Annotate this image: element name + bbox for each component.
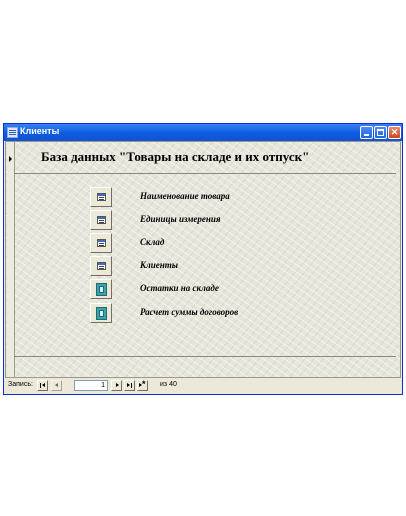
- menu-item-label: Склад: [140, 237, 165, 247]
- previous-record-icon: [55, 383, 58, 387]
- form-icon: [97, 216, 106, 224]
- record-navigator: Запись: 1 * из 40: [4, 378, 402, 394]
- form-icon: [97, 262, 106, 270]
- new-record-button[interactable]: *: [137, 379, 148, 391]
- form-icon: [97, 193, 106, 201]
- maximize-button[interactable]: [374, 126, 387, 139]
- first-record-icon: [40, 383, 41, 388]
- form-window-icon[interactable]: [7, 127, 18, 138]
- window-title: Клиенты: [20, 126, 60, 136]
- open-contract-sums-button[interactable]: [90, 303, 112, 323]
- new-record-star: *: [142, 379, 146, 389]
- menu-item-units: Единицы измерения: [90, 210, 290, 232]
- close-icon: ✕: [390, 127, 399, 137]
- menu-item-warehouse: Склад: [90, 233, 290, 255]
- last-record-bar: [131, 383, 132, 388]
- menu-item-label: Остатки на складе: [140, 283, 219, 293]
- first-record-arrow: [42, 383, 45, 387]
- minimize-button[interactable]: [360, 126, 373, 139]
- menu-item-clients: Клиенты: [90, 256, 290, 278]
- menu-item-label: Клиенты: [140, 260, 178, 270]
- maximize-icon: [377, 129, 384, 136]
- menu-item-contract-sums: Расчет суммы договоров: [90, 303, 290, 325]
- form-body: База данных "Товары на складе и их отпус…: [5, 141, 401, 378]
- menu-item-stock-balance: Остатки на складе: [90, 279, 290, 301]
- menu-item-label: Наименование товара: [140, 191, 230, 201]
- current-record-arrow-icon: [9, 156, 12, 162]
- open-products-button[interactable]: [90, 187, 112, 207]
- form-title: База данных "Товары на складе и их отпус…: [41, 149, 310, 164]
- title-bar[interactable]: Клиенты ✕: [4, 124, 402, 141]
- last-record-button[interactable]: [124, 380, 135, 391]
- menu-item-label: Единицы измерения: [140, 214, 221, 224]
- open-stock-balance-button[interactable]: [90, 279, 112, 299]
- report-icon: [96, 283, 107, 296]
- menu-item-label: Расчет суммы договоров: [140, 307, 239, 317]
- minimize-icon: [364, 134, 369, 136]
- header-divider: [14, 173, 396, 174]
- last-record-icon: [127, 383, 130, 387]
- open-warehouse-button[interactable]: [90, 233, 112, 253]
- report-icon: [96, 307, 107, 320]
- close-button[interactable]: ✕: [388, 126, 401, 139]
- form-window: Клиенты ✕ База данных "Товары на складе …: [3, 123, 403, 395]
- next-record-button[interactable]: [111, 380, 122, 391]
- open-clients-button[interactable]: [90, 256, 112, 276]
- current-record-input[interactable]: 1: [74, 380, 108, 391]
- previous-record-button[interactable]: [51, 380, 62, 391]
- first-record-button[interactable]: [37, 380, 48, 391]
- footer-divider: [14, 356, 396, 357]
- record-selector[interactable]: [7, 142, 15, 377]
- form-icon: [97, 239, 106, 247]
- open-units-button[interactable]: [90, 210, 112, 230]
- record-label: Запись:: [8, 381, 33, 388]
- record-count: из 40: [160, 381, 177, 388]
- menu-item-products: Наименование товара: [90, 187, 290, 209]
- next-record-icon: [116, 383, 119, 387]
